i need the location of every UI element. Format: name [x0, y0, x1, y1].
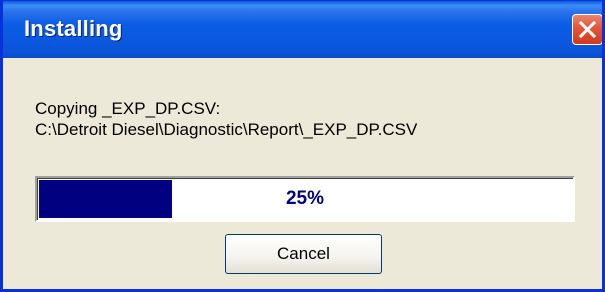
title-bar[interactable]: Installing: [3, 0, 602, 58]
cancel-button[interactable]: Cancel: [225, 234, 382, 274]
installing-dialog: Installing Copying _EXP_DP.CSV: C:\Detro…: [0, 0, 605, 292]
close-button[interactable]: [572, 14, 602, 45]
window-title: Installing: [24, 16, 123, 41]
copying-label: Copying _EXP_DP.CSV:: [35, 99, 221, 118]
progress-bar: 25%: [35, 176, 575, 222]
progress-percent: 25%: [285, 188, 325, 209]
file-path: C:\Detroit Diesel\Diagnostic\Report\_EXP…: [35, 120, 418, 139]
status-message: Copying _EXP_DP.CSV: C:\Detroit Diesel\D…: [35, 98, 417, 140]
close-icon: [578, 20, 597, 39]
